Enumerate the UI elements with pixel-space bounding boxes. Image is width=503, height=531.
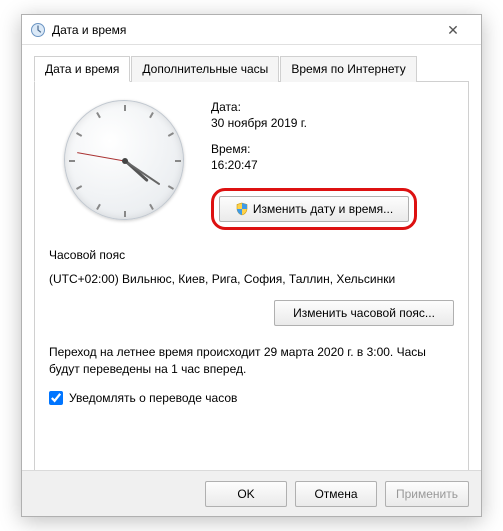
client-area: Дата и время Дополнительные часы Время п…: [22, 45, 481, 486]
date-value: 30 ноября 2019 г.: [211, 116, 454, 130]
time-value: 16:20:47: [211, 158, 454, 172]
window-title: Дата и время: [52, 23, 433, 37]
titlebar: Дата и время ✕: [22, 15, 481, 45]
change-timezone-label: Изменить часовой пояс...: [293, 306, 435, 320]
date-label: Дата:: [211, 100, 454, 114]
dst-notify-checkbox[interactable]: [49, 391, 63, 405]
apply-button[interactable]: Применить: [385, 481, 469, 507]
second-hand: [77, 152, 124, 161]
change-date-time-button[interactable]: Изменить дату и время...: [219, 196, 409, 222]
tab-panel: Дата: 30 ноября 2019 г. Время: 16:20:47 …: [34, 82, 469, 486]
ok-button[interactable]: OK: [205, 481, 287, 507]
tab-strip: Дата и время Дополнительные часы Время п…: [34, 55, 469, 82]
change-timezone-button[interactable]: Изменить часовой пояс...: [274, 300, 454, 326]
dst-notify-label: Уведомлять о переводе часов: [69, 391, 237, 405]
close-button[interactable]: ✕: [433, 16, 473, 44]
timezone-value: (UTC+02:00) Вильнюс, Киев, Рига, София, …: [49, 272, 454, 286]
highlight-annotation: Изменить дату и время...: [211, 188, 417, 230]
clock-icon: [30, 22, 46, 38]
dialog-window: Дата и время ✕ Дата и время Дополнительн…: [21, 14, 482, 517]
timezone-heading: Часовой пояс: [49, 248, 454, 262]
analog-clock: [64, 100, 184, 220]
dst-notify-row[interactable]: Уведомлять о переводе часов: [49, 391, 454, 405]
dialog-footer: OK Отмена Применить: [22, 470, 481, 516]
time-label: Время:: [211, 142, 454, 156]
tab-internet-time[interactable]: Время по Интернету: [280, 56, 416, 82]
tab-date-time[interactable]: Дата и время: [34, 56, 130, 82]
change-date-time-label: Изменить дату и время...: [253, 202, 393, 216]
minute-hand: [124, 160, 160, 185]
tab-additional-clocks[interactable]: Дополнительные часы: [131, 56, 279, 82]
cancel-button[interactable]: Отмена: [295, 481, 377, 507]
shield-icon: [235, 202, 249, 216]
dst-info-text: Переход на летнее время происходит 29 ма…: [49, 344, 454, 379]
